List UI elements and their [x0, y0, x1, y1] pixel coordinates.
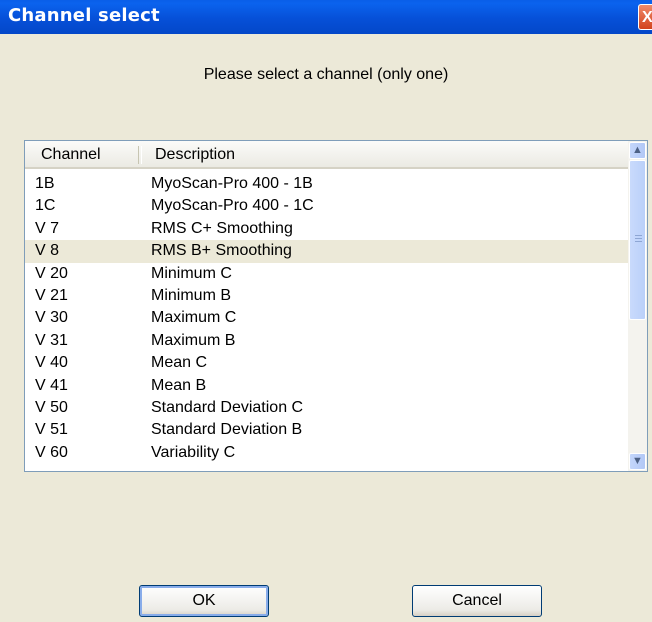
channel-cell: V 40 [35, 354, 68, 372]
vertical-scrollbar[interactable]: ▲ ▼ [628, 141, 647, 471]
description-cell: RMS C+ Smoothing [151, 219, 293, 237]
column-header-description[interactable]: Description [155, 141, 235, 167]
table-row[interactable]: V 51 Standard Deviation B [25, 419, 629, 441]
channel-cell: V 60 [35, 443, 68, 461]
description-cell: MyoScan-Pro 400 - 1B [151, 175, 313, 192]
table-row[interactable]: V 30 Maximum C [25, 307, 629, 329]
table-row[interactable]: V 40 Mean C [25, 352, 629, 374]
ok-button[interactable]: OK [139, 585, 269, 617]
description-cell: Maximum C [151, 309, 237, 327]
description-cell: Standard Deviation B [151, 421, 303, 439]
list-rows: 1B MyoScan-Pro 400 - 1B 1C MyoScan-Pro 400 … [25, 173, 629, 464]
description-cell: RMS B+ Smoothing [151, 242, 292, 260]
description-cell: Minimum C [151, 264, 232, 282]
channel-cell: V 41 [35, 376, 68, 394]
column-divider[interactable] [138, 146, 142, 164]
title-bar: Channel select X [0, 0, 652, 34]
channel-cell: V 7 [35, 219, 60, 237]
channel-cell: V 20 [35, 264, 68, 282]
window-title: Channel select [8, 5, 160, 26]
table-row[interactable]: V 31 Maximum B [25, 330, 629, 352]
table-row[interactable]: V 60 Variability C [25, 442, 629, 464]
prompt-text: Please select a channel (only one) [203, 66, 449, 83]
channel-cell: V 31 [35, 331, 68, 349]
channel-list[interactable]: Channel Description 1B MyoScan-Pro 400 - … [24, 140, 648, 472]
chevron-up-icon: ▲ [632, 144, 643, 156]
scroll-thumb[interactable] [629, 160, 646, 320]
description-cell: Mean C [151, 354, 208, 372]
channel-cell: 1C [35, 197, 56, 215]
description-cell: Maximum B [151, 331, 236, 349]
chevron-down-icon: ▼ [632, 455, 643, 467]
scroll-down-button[interactable]: ▼ [629, 453, 646, 470]
table-row[interactable]: V 21 Minimum B [25, 285, 629, 307]
close-icon: X [642, 9, 652, 26]
description-cell: Standard Deviation C [151, 398, 304, 416]
column-header-channel[interactable]: Channel [41, 141, 101, 167]
table-row[interactable]: V 7 RMS C+ Smoothing [25, 218, 629, 240]
table-row[interactable]: V 50 Standard Deviation C [25, 397, 629, 419]
table-row[interactable]: V 41 Mean B [25, 375, 629, 397]
channel-cell: V 30 [35, 309, 68, 327]
table-row[interactable]: V 8 RMS B+ Smoothing [25, 240, 629, 263]
channel-cell: V 51 [35, 421, 68, 439]
description-cell: Minimum B [151, 286, 232, 304]
channel-cell: V 21 [35, 286, 68, 304]
description-cell: MyoScan-Pro 400 - 1C [151, 197, 314, 215]
table-row[interactable]: 1C MyoScan-Pro 400 - 1C [25, 195, 629, 217]
channel-cell: 1B [35, 175, 55, 192]
channel-cell: V 50 [35, 398, 68, 416]
table-row[interactable]: V 20 Minimum C [25, 263, 629, 285]
grip-icon [635, 235, 642, 244]
description-cell: Mean B [151, 376, 207, 394]
scroll-up-button[interactable]: ▲ [629, 142, 646, 159]
cancel-button[interactable]: Cancel [412, 585, 542, 617]
table-row[interactable]: 1B MyoScan-Pro 400 - 1B [25, 173, 629, 195]
close-button[interactable]: X [638, 4, 652, 30]
description-cell: Variability C [151, 443, 236, 461]
channel-cell: V 8 [35, 242, 60, 260]
list-header: Channel Description [25, 141, 629, 169]
